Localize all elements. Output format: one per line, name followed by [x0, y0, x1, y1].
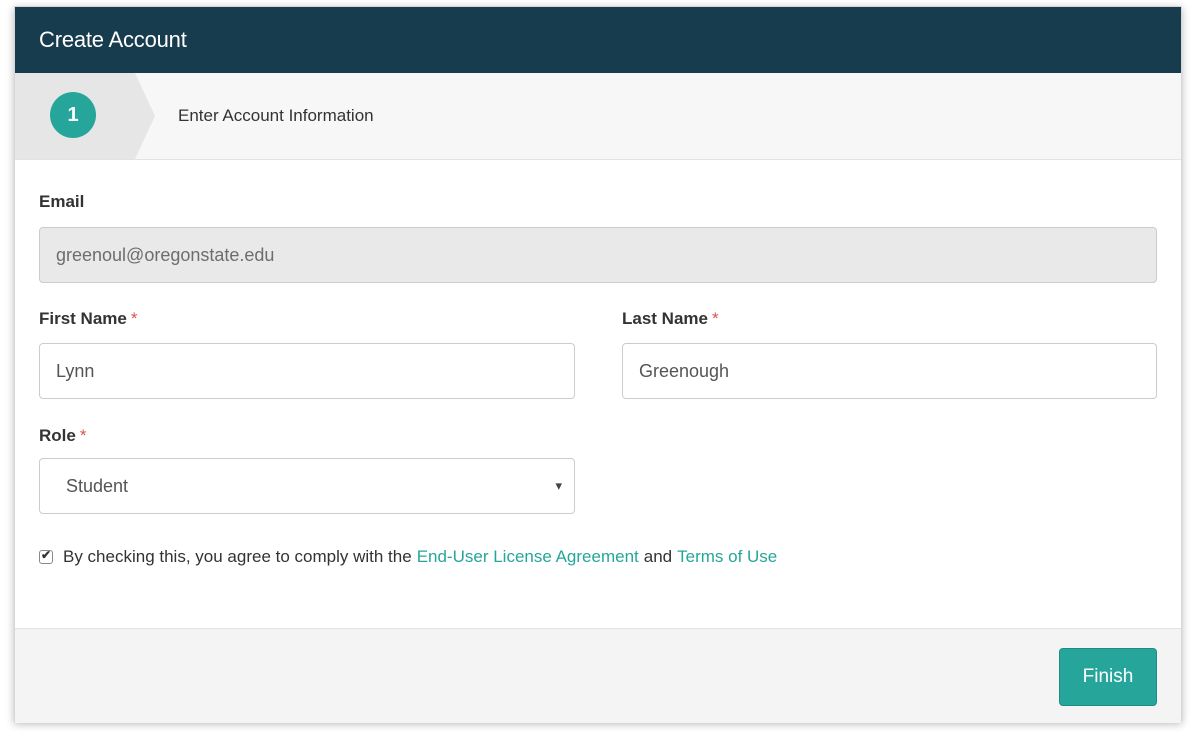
chevron-down-icon: ▾	[555, 478, 562, 493]
agreement-and: and	[643, 547, 673, 566]
first-name-label: First Name *	[39, 309, 138, 329]
modal-footer: Finish	[15, 628, 1181, 723]
last-name-label: Last Name *	[622, 309, 719, 329]
last-name-input[interactable]	[622, 343, 1157, 399]
agreement-row: ✔ By checking this, you agree to comply …	[39, 547, 782, 567]
finish-button[interactable]: Finish	[1059, 648, 1157, 706]
required-marker: *	[79, 426, 87, 445]
email-field[interactable]	[39, 227, 1157, 283]
terms-of-use-link[interactable]: Terms of Use	[677, 547, 777, 567]
step-number-badge: 1	[50, 92, 96, 138]
agree-checkbox[interactable]: ✔	[39, 548, 53, 564]
step-label: Enter Account Information	[178, 106, 374, 125]
agreement-text: By checking this, you agree to comply wi…	[63, 547, 412, 566]
role-label-text: Role	[39, 426, 76, 445]
modal-title: Create Account	[15, 7, 1181, 73]
check-icon: ✔	[41, 548, 52, 562]
create-account-modal: Create Account 1 Enter Account Informati…	[14, 6, 1182, 723]
required-marker: *	[711, 309, 719, 328]
first-name-label-text: First Name	[39, 309, 127, 328]
first-name-input[interactable]	[39, 343, 575, 399]
last-name-label-text: Last Name	[622, 309, 708, 328]
step-arrow	[135, 73, 155, 159]
role-select-value: Student	[66, 476, 129, 496]
eula-link[interactable]: End-User License Agreement	[417, 547, 639, 567]
role-select[interactable]: Student ▾	[39, 458, 575, 514]
required-marker: *	[130, 309, 138, 328]
email-label: Email	[39, 192, 84, 212]
email-label-text: Email	[39, 192, 85, 211]
step-indicator: 1 Enter Account Information	[15, 73, 1181, 160]
role-label: Role *	[39, 426, 86, 446]
